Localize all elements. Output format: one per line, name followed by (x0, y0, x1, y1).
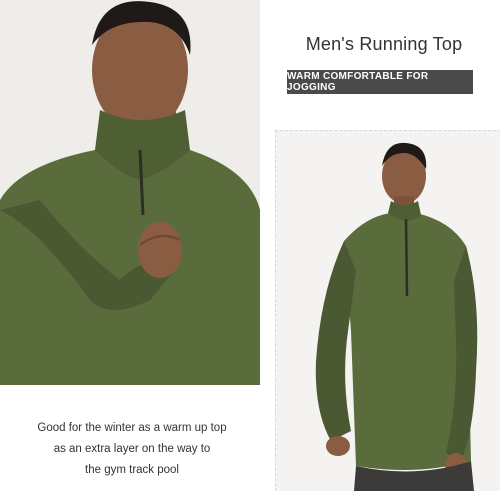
caption-line: as an extra layer on the way to (53, 443, 211, 455)
product-caption: Good for the winter as a warm up top as … (12, 418, 252, 481)
full-model-illustration (276, 131, 500, 491)
tagline-badge: WARM COMFORTABLE FOR JOGGING (287, 70, 473, 94)
full-model-photo (275, 130, 500, 491)
caption-line: Good for the winter as a warm up top (37, 422, 227, 434)
closeup-model-photo (0, 0, 260, 385)
closeup-model-illustration (0, 0, 260, 385)
caption-line: the gym track pool (85, 464, 179, 476)
product-title: Men's Running Top (305, 34, 463, 54)
